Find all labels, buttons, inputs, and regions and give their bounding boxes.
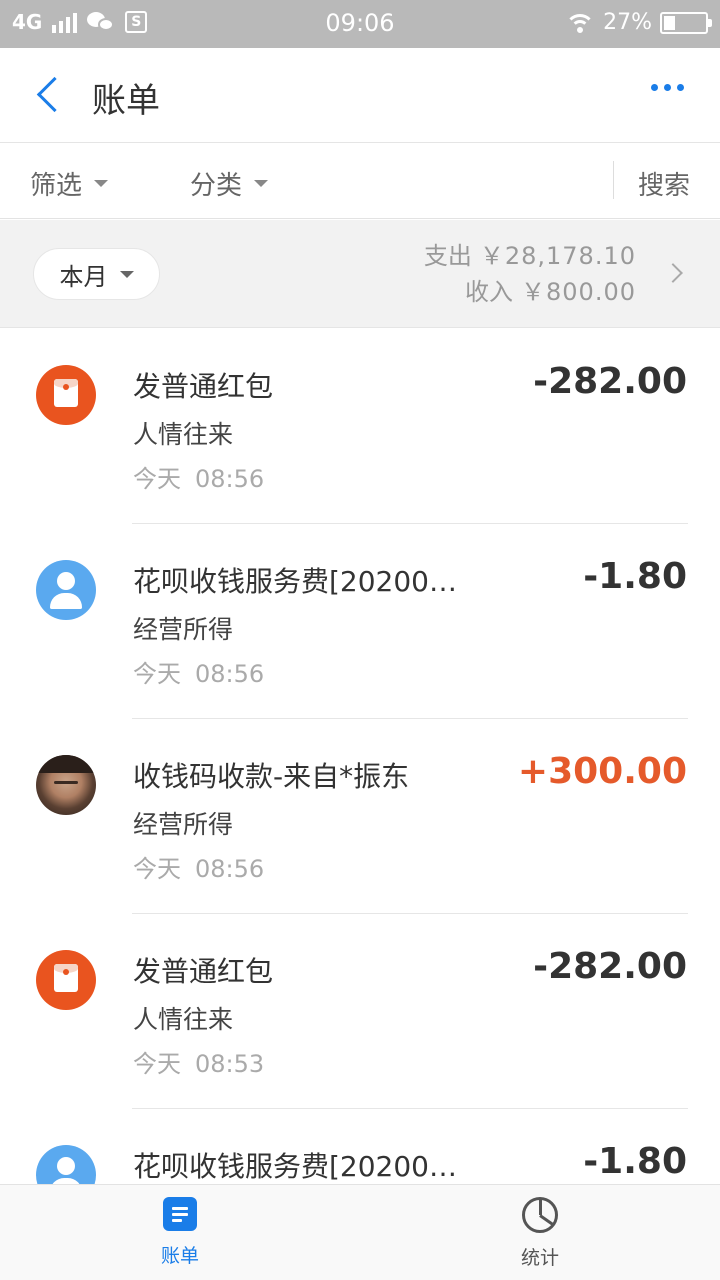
caret-down-icon — [119, 270, 134, 278]
more-options-button[interactable] — [651, 84, 684, 91]
transaction-category: 经营所得 — [133, 615, 234, 644]
tab-statistics[interactable]: 统计 — [480, 1197, 600, 1270]
clock-time: 08:56 — [195, 465, 265, 493]
status-bar: 4G S 09:06 27% — [0, 0, 720, 48]
transaction-category: 人情往来 — [133, 420, 234, 449]
chevron-right-icon — [663, 263, 683, 283]
filter-dropdown[interactable]: 筛选 — [30, 165, 109, 202]
transaction-amount: +300.00 — [517, 751, 687, 792]
month-label: 本月 — [59, 262, 108, 291]
clock-time: 08:56 — [195, 855, 265, 883]
tab-bills[interactable]: 账单 — [120, 1197, 240, 1268]
pie-chart-icon — [522, 1197, 558, 1233]
list-item[interactable]: 发普通红包 人情往来 今天 08:56 -282.00 — [0, 329, 720, 524]
transaction-name: 发普通红包 — [133, 955, 274, 988]
filter-bar: 筛选 分类 搜索 — [0, 143, 720, 219]
expense-total: 支出 ￥28,178.10 — [424, 238, 636, 274]
status-right: 27% — [565, 10, 712, 35]
battery-icon — [660, 11, 712, 34]
back-button[interactable] — [30, 76, 70, 116]
caret-down-icon — [254, 180, 269, 187]
day-label: 今天 — [133, 465, 181, 493]
search-button[interactable]: 搜索 — [638, 165, 690, 202]
transaction-time: 今天 08:56 — [133, 654, 264, 689]
battery-percent: 27% — [603, 10, 652, 35]
clock-time: 08:53 — [195, 1050, 265, 1078]
user-icon — [36, 560, 96, 620]
list-item[interactable]: 花呗收钱服务费[20200… 经营所得 今天 08:56 -1.80 — [0, 524, 720, 719]
transaction-name: 发普通红包 — [133, 370, 274, 403]
transaction-amount: -282.00 — [533, 946, 687, 987]
user-photo-avatar — [36, 755, 96, 815]
category-label: 分类 — [190, 171, 243, 201]
transaction-name: 收钱码收款-来自*振东 — [133, 760, 410, 793]
tab-bills-label: 账单 — [160, 1245, 199, 1267]
clock-time: 08:56 — [195, 660, 265, 688]
transaction-name: 花呗收钱服务费[20200… — [133, 565, 457, 598]
app-header: 账单 — [0, 48, 720, 143]
month-summary[interactable]: 本月 支出 ￥28,178.10 收入 ￥800.00 — [0, 220, 720, 328]
list-item[interactable]: 发普通红包 人情往来 今天 08:53 -282.00 — [0, 914, 720, 1109]
transaction-time: 今天 08:56 — [133, 459, 264, 494]
transaction-list: 发普通红包 人情往来 今天 08:56 -282.00 花呗收钱服务费[20200… — [0, 329, 720, 1184]
income-value: ￥800.00 — [521, 278, 636, 306]
income-label: 收入 — [465, 278, 514, 306]
day-label: 今天 — [133, 855, 181, 883]
transaction-name: 花呗收钱服务费[20200… — [133, 1150, 457, 1183]
transaction-time: 今天 08:56 — [133, 849, 264, 884]
bottom-tab-bar: 账单 统计 — [0, 1184, 720, 1280]
transaction-amount: -1.80 — [583, 1141, 687, 1182]
page-title: 账单 — [92, 81, 160, 121]
expense-value: ￥28,178.10 — [479, 242, 636, 270]
day-label: 今天 — [133, 1050, 181, 1078]
list-item[interactable]: 收钱码收款-来自*振东 经营所得 今天 08:56 +300.00 — [0, 719, 720, 914]
transaction-category: 人情往来 — [133, 1005, 234, 1034]
red-envelope-icon — [36, 365, 96, 425]
income-total: 收入 ￥800.00 — [424, 274, 636, 310]
month-selector[interactable]: 本月 — [33, 248, 160, 300]
expense-label: 支出 — [423, 242, 472, 270]
transaction-amount: -1.80 — [583, 556, 687, 597]
wifi-icon — [565, 12, 596, 34]
list-item[interactable]: 花呗收钱服务费[20200… -1.80 — [0, 1109, 720, 1184]
totals: 支出 ￥28,178.10 收入 ￥800.00 — [424, 238, 636, 310]
caret-down-icon — [94, 180, 109, 187]
transaction-time: 今天 08:53 — [133, 1044, 264, 1079]
day-label: 今天 — [133, 660, 181, 688]
transaction-amount: -282.00 — [533, 361, 687, 402]
tab-statistics-label: 统计 — [520, 1247, 559, 1269]
user-icon — [36, 1145, 96, 1184]
category-dropdown[interactable]: 分类 — [190, 165, 269, 202]
divider — [613, 161, 614, 199]
filter-label: 筛选 — [30, 171, 83, 201]
transaction-category: 经营所得 — [133, 810, 234, 839]
red-envelope-icon — [36, 950, 96, 1010]
bill-list-icon — [163, 1197, 197, 1231]
